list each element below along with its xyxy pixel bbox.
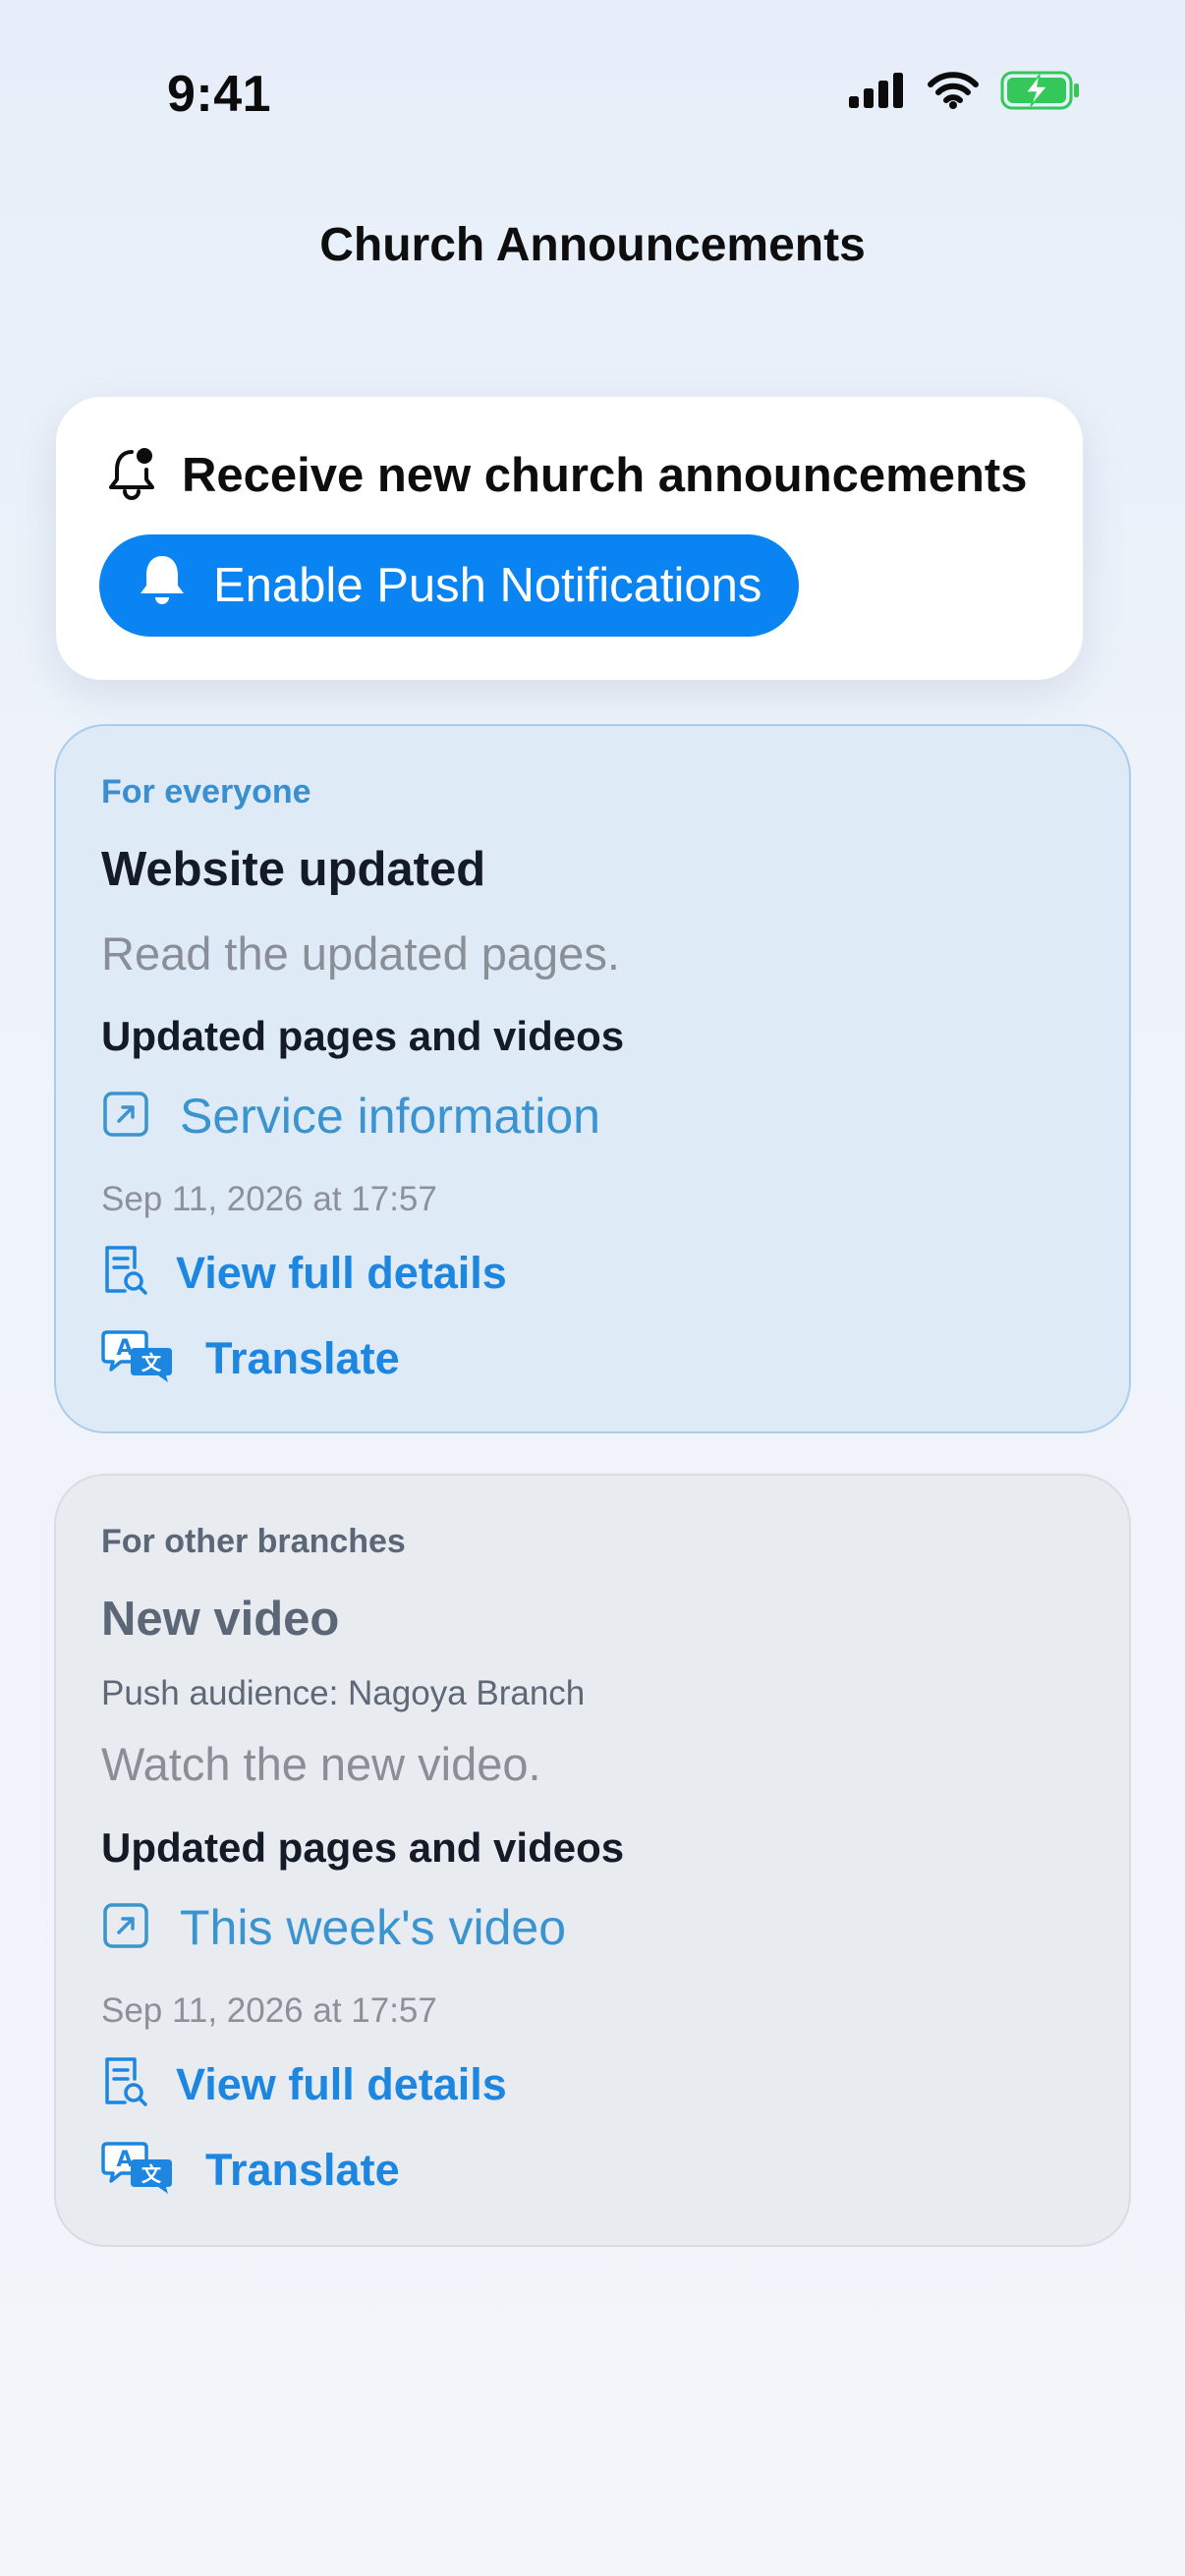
page-title: Church Announcements [319,219,866,271]
svg-text:文: 文 [141,2162,162,2186]
push-prompt-label: Receive new church announcements [182,448,1028,502]
push-audience: Push audience: Nagoya Branch [101,1674,586,1712]
announcement-card: For everyone Website updated Read the up… [54,724,1131,1433]
announcement-description: Watch the new video. [101,1738,541,1790]
translate-icon: A 文 [101,1328,205,1388]
translate-icon: A 文 [101,2140,205,2200]
external-link-icon [101,1901,150,1955]
view-full-details-button[interactable]: View full details [101,2055,507,2113]
audience-tag: For everyone [101,773,311,811]
section-title: Updated pages and videos [101,1824,625,1871]
external-link-icon [101,1090,150,1144]
battery-charging-icon [1000,71,1081,115]
translate-label: Translate [205,1332,400,1383]
translate-button[interactable]: A 文 Translate [101,1328,400,1388]
status-time: 9:41 [167,66,272,123]
enable-push-notifications-button[interactable]: Enable Push Notifications [99,534,800,637]
announcement-link-label: This week's video [180,1900,567,1955]
view-full-details-label: View full details [176,1247,507,1298]
bell-icon [137,552,188,619]
announcement-link[interactable]: Service information [101,1088,600,1145]
announcement-date: Sep 11, 2026 at 17:57 [101,1991,437,2030]
document-search-icon [101,1244,176,1302]
announcement-title: New video [101,1593,340,1646]
svg-text:A: A [116,2148,133,2172]
announcement-link-label: Service information [180,1089,600,1144]
cellular-signal-icon [849,73,906,113]
svg-text:文: 文 [141,1351,162,1374]
translate-label: Translate [205,2144,400,2195]
status-bar: 9:41 [0,0,1185,196]
document-search-icon [101,2055,176,2113]
svg-text:A: A [116,1336,133,1361]
announcement-description: Read the updated pages. [101,927,620,980]
view-full-details-label: View full details [176,2058,507,2109]
announcement-card: For other branches New video Push audien… [54,1474,1131,2247]
announcement-title: Website updated [101,843,486,896]
announcement-date: Sep 11, 2026 at 17:57 [101,1180,437,1218]
announcement-link[interactable]: This week's video [101,1899,566,1956]
view-full-details-button[interactable]: View full details [101,1244,507,1302]
enable-push-notifications-label: Enable Push Notifications [213,559,762,612]
wifi-icon [928,72,979,114]
status-icons [849,71,1081,115]
bell-badge-icon [103,444,160,506]
audience-tag: For other branches [101,1523,406,1560]
push-notification-card: Receive new church announcements Enable … [56,397,1083,680]
push-prompt: Receive new church announcements [103,444,1028,506]
section-title: Updated pages and videos [101,1013,625,1059]
translate-button[interactable]: A 文 Translate [101,2140,400,2200]
